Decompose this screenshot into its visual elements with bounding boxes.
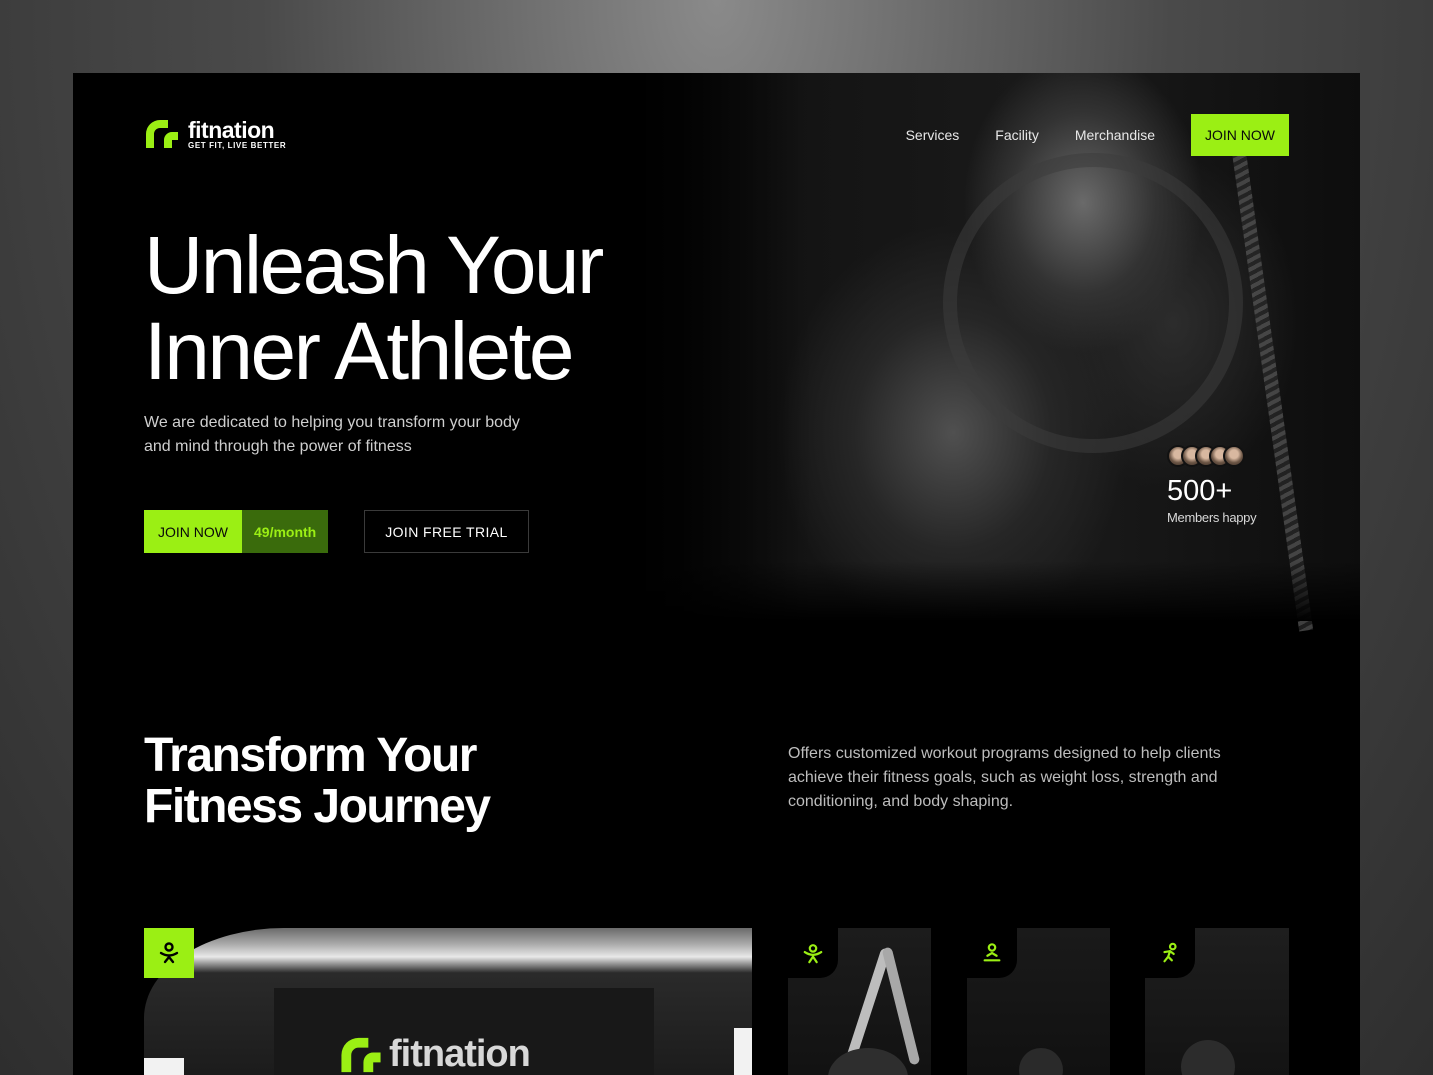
stretch-icon	[803, 944, 823, 964]
facility-image: fitnation	[144, 928, 752, 1075]
facility-card[interactable]: fitnation	[144, 928, 752, 1075]
nav-link-services[interactable]: Services	[906, 127, 960, 143]
run-icon	[1163, 942, 1177, 963]
hero-subtitle: We are dedicated to helping you transfor…	[144, 414, 520, 455]
main-nav: Services Facility Merchandise JOIN NOW	[906, 114, 1289, 156]
logo-mark-icon	[146, 120, 178, 148]
price-label[interactable]: 49/month	[242, 510, 329, 553]
nav-link-merchandise[interactable]: Merchandise	[1075, 127, 1155, 143]
members-label: Members happy	[1167, 510, 1257, 525]
facility-sign-text: fitnation	[389, 1033, 531, 1075]
yoga-badge	[967, 928, 1017, 978]
section-description: Offers customized workout programs desig…	[788, 745, 1221, 810]
nav-join-button[interactable]: JOIN NOW	[1191, 114, 1289, 156]
run-badge	[1145, 928, 1195, 978]
avatar	[1223, 445, 1245, 467]
member-avatars	[1167, 445, 1256, 467]
service-card-run[interactable]	[1145, 928, 1289, 1075]
service-card-stretch[interactable]	[788, 928, 931, 1075]
logo-mark-icon	[341, 1037, 381, 1072]
facility-card-badge	[144, 928, 194, 978]
landing-page: fitnation GET FIT, LIVE BETTER Services …	[73, 73, 1360, 1075]
stretch-badge	[788, 928, 838, 978]
members-stat: 500+ Members happy	[1167, 445, 1257, 525]
free-trial-button[interactable]: JOIN FREE TRIAL	[364, 510, 529, 553]
brand-tagline: GET FIT, LIVE BETTER	[188, 140, 287, 150]
service-card-yoga[interactable]	[967, 928, 1110, 1075]
brand-name: fitnation	[188, 116, 275, 143]
join-now-price-button[interactable]: JOIN NOW 49/month	[144, 510, 329, 553]
join-now-label[interactable]: JOIN NOW	[144, 510, 242, 553]
yoga-icon	[983, 943, 1001, 962]
facility-sign: fitnation	[339, 1033, 531, 1075]
members-count: 500+	[1167, 475, 1233, 507]
weight-plate-shape	[943, 153, 1243, 453]
nav-link-facility[interactable]: Facility	[995, 127, 1039, 143]
brand-logo[interactable]: fitnation GET FIT, LIVE BETTER	[144, 118, 286, 150]
person-icon	[159, 942, 179, 964]
section-title: Transform Your Fitness Journey	[144, 729, 491, 833]
hero-title: Unleash Your Inner Athlete	[144, 220, 604, 397]
hero-cta-row: JOIN NOW 49/month JOIN FREE TRIAL	[144, 510, 529, 553]
rope-shape	[1226, 114, 1314, 632]
